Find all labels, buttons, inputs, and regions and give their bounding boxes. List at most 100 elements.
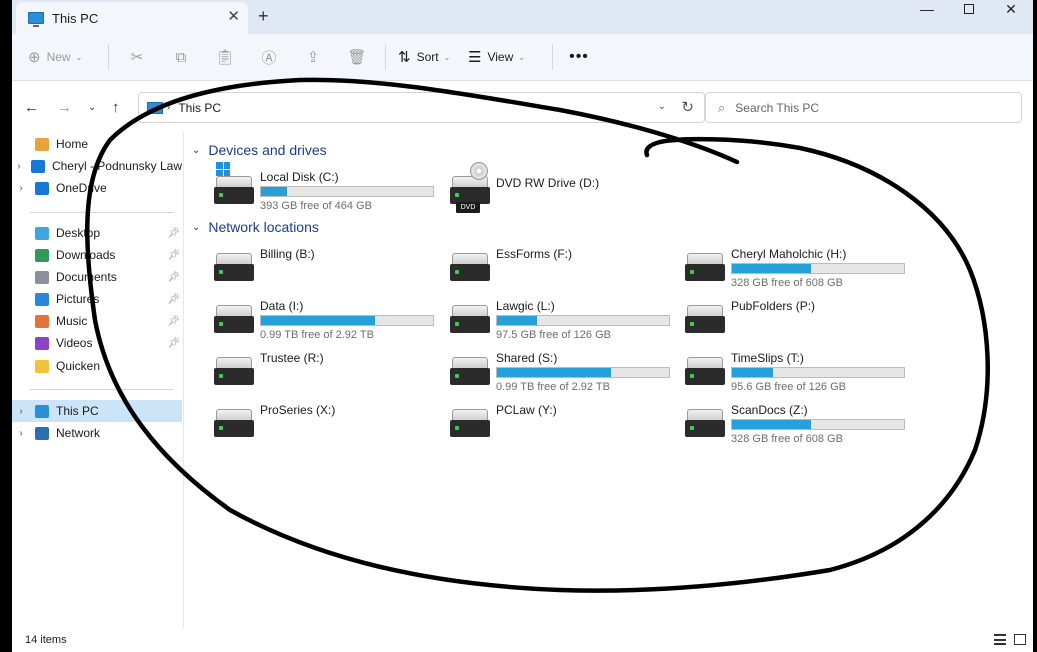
- sort-icon: ⇅: [398, 49, 411, 66]
- drive-name: PCLaw (Y:): [496, 403, 557, 417]
- tab-this-pc[interactable]: This PC ✕: [16, 2, 248, 34]
- network-drive-icon: [685, 305, 725, 335]
- drive-tile[interactable]: DVD DVD RW Drive (D:): [450, 162, 686, 214]
- network-drive-icon: [450, 409, 490, 439]
- share-icon: ⇪: [306, 49, 320, 66]
- maximize-icon: [964, 4, 974, 14]
- network-drive-icon: [685, 409, 725, 439]
- sidebar-item-label: Desktop: [56, 226, 101, 240]
- drive-tile[interactable]: PubFolders (P:): [685, 295, 921, 343]
- address-bar[interactable]: › This PC ⌄ ↻: [138, 92, 705, 123]
- drive-name: Data (I:): [260, 299, 304, 313]
- drive-usage-fill: [732, 264, 812, 273]
- new-tab-button[interactable]: +: [258, 7, 269, 25]
- sidebar-item-home[interactable]: Home: [12, 133, 182, 155]
- drive-tile[interactable]: ScanDocs (Z:) 328 GB free of 608 GB: [685, 399, 921, 447]
- sidebar-item-pictures[interactable]: Pictures 📌︎: [12, 288, 182, 310]
- sidebar-item-documents[interactable]: Documents 📌︎: [12, 266, 182, 288]
- up-arrow-icon[interactable]: ↑: [112, 99, 120, 116]
- pin-icon: 📌︎: [167, 271, 180, 283]
- tab-title: This PC: [52, 10, 99, 26]
- expand-chevron-icon[interactable]: ›: [12, 161, 26, 172]
- maximize-button[interactable]: [949, 1, 989, 17]
- computer-icon: [147, 101, 163, 114]
- expand-chevron-icon[interactable]: ›: [12, 406, 30, 417]
- drive-name: ScanDocs (Z:): [731, 403, 808, 417]
- new-button[interactable]: ⊕ New ⌄: [28, 42, 102, 72]
- content-pane: ⌄ Devices and drives ⌄ Network locations…: [188, 132, 1033, 628]
- close-window-button[interactable]: ✕: [991, 1, 1031, 18]
- sidebar-item-onedrive[interactable]: › OneDrive: [12, 177, 182, 199]
- drive-free-space: 0.99 TB free of 2.92 TB: [260, 329, 374, 341]
- sort-label: Sort: [416, 50, 439, 64]
- sidebar-item-cheryl-podnunsky-law[interactable]: › Cheryl - Podnunsky Law: [12, 155, 182, 177]
- dvd-label: DVD: [456, 202, 480, 213]
- view-button[interactable]: ☰ View ⌄: [468, 42, 546, 72]
- rename-icon: Ⓐ: [261, 49, 277, 67]
- close-tab-icon[interactable]: ✕: [227, 9, 240, 24]
- network-drive-icon: [685, 357, 725, 387]
- folder-icon: [35, 226, 49, 240]
- search-input[interactable]: [735, 100, 996, 115]
- drive-name: EssForms (F:): [496, 247, 572, 261]
- breadcrumb[interactable]: This PC: [178, 101, 221, 115]
- group-header-devices[interactable]: ⌄ Devices and drives: [192, 142, 327, 158]
- folder-icon: [35, 426, 49, 440]
- drive-tile[interactable]: Lawgic (L:) 97.5 GB free of 126 GB: [450, 295, 686, 343]
- copy-button[interactable]: ⧉: [159, 42, 203, 72]
- details-view-icon[interactable]: [994, 634, 1006, 645]
- drive-usage-bar: [496, 367, 670, 378]
- rename-button[interactable]: Ⓐ: [247, 42, 291, 72]
- sidebar-divider: [30, 212, 174, 213]
- computer-icon: [28, 12, 44, 27]
- sidebar-item-label: Network: [56, 426, 101, 440]
- copy-icon: ⧉: [175, 48, 187, 66]
- drive-tile[interactable]: Data (I:) 0.99 TB free of 2.92 TB: [214, 295, 450, 343]
- drive-tile[interactable]: Cheryl Maholchic (H:) 328 GB free of 608 …: [685, 243, 921, 291]
- drive-name: ProSeries (X:): [260, 403, 336, 417]
- minimize-button[interactable]: —: [907, 1, 947, 17]
- sidebar-item-network[interactable]: › Network: [12, 422, 182, 444]
- drive-tile[interactable]: Billing (B:): [214, 243, 450, 291]
- paste-button[interactable]: 📋︎: [203, 42, 247, 72]
- forward-arrow-icon[interactable]: →: [57, 99, 72, 116]
- drive-tile[interactable]: EssForms (F:): [450, 243, 686, 291]
- sidebar-item-this-pc[interactable]: › This PC: [12, 400, 182, 422]
- group-title: Devices and drives: [208, 142, 327, 158]
- chevron-down-icon: ⌄: [192, 221, 201, 233]
- expand-chevron-icon[interactable]: ›: [12, 183, 30, 194]
- sidebar-item-desktop[interactable]: Desktop 📌︎: [12, 222, 182, 244]
- sidebar-item-music[interactable]: Music 📌︎: [12, 310, 182, 332]
- tiles-view-icon[interactable]: [1014, 634, 1026, 645]
- sidebar-item-quicken[interactable]: Quicken: [12, 355, 182, 377]
- drive-tile[interactable]: PCLaw (Y:): [450, 399, 686, 447]
- recent-locations-chevron-icon[interactable]: ⌄: [88, 102, 96, 113]
- back-arrow-icon[interactable]: ←: [24, 99, 39, 116]
- navigation-bar: ← → ⌄ ↑ › This PC ⌄ ↻ ⌕: [12, 82, 1033, 132]
- cut-button[interactable]: ✂: [115, 42, 159, 72]
- drive-tile[interactable]: Shared (S:) 0.99 TB free of 2.92 TB: [450, 347, 686, 395]
- drive-usage-bar: [260, 315, 434, 326]
- sort-button[interactable]: ⇅ Sort ⌄: [398, 42, 468, 72]
- drive-tile[interactable]: Trustee (R:): [214, 347, 450, 395]
- item-count: 14 items: [25, 634, 67, 646]
- drive-tile[interactable]: ProSeries (X:): [214, 399, 450, 447]
- search-box[interactable]: ⌕: [705, 92, 1022, 123]
- pin-icon: 📌︎: [167, 293, 180, 305]
- more-options-button[interactable]: •••: [559, 42, 599, 72]
- delete-button[interactable]: 🗑︎: [335, 42, 379, 72]
- refresh-icon[interactable]: ↻: [681, 98, 694, 116]
- sidebar-item-label: Documents: [56, 270, 117, 284]
- folder-icon: [30, 159, 45, 173]
- expand-chevron-icon[interactable]: ›: [12, 428, 30, 439]
- network-drive-icon: [450, 357, 490, 387]
- sidebar-item-videos[interactable]: Videos 📌︎: [12, 332, 182, 354]
- share-button[interactable]: ⇪: [291, 42, 335, 72]
- drive-tile[interactable]: TimeSlips (T:) 95.6 GB free of 126 GB: [685, 347, 921, 395]
- status-bar: 14 items: [12, 628, 1033, 652]
- network-drive-icon: [214, 409, 254, 439]
- address-dropdown-icon[interactable]: ⌄: [658, 101, 666, 112]
- group-header-network[interactable]: ⌄ Network locations: [192, 219, 319, 235]
- sidebar-item-downloads[interactable]: Downloads 📌︎: [12, 244, 182, 266]
- drive-tile[interactable]: Local Disk (C:) 393 GB free of 464 GB: [214, 162, 450, 214]
